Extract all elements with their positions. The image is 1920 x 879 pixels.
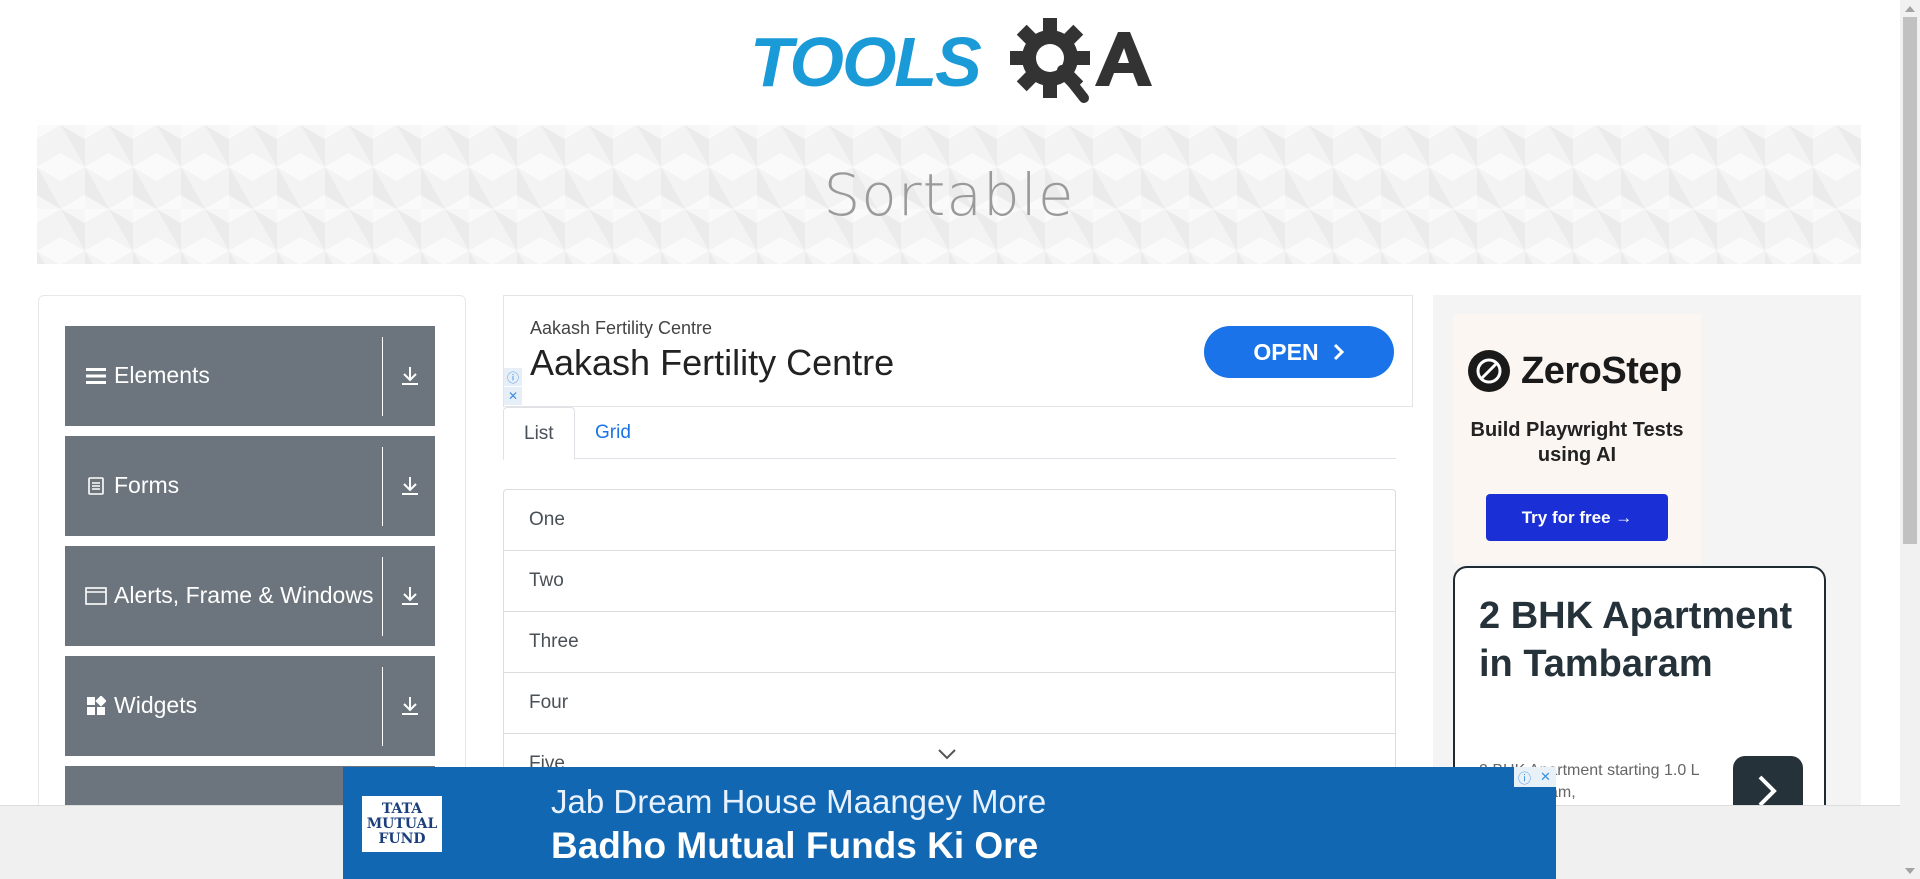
info-icon[interactable]: ⓘ [504, 368, 522, 386]
download-icon[interactable] [390, 354, 430, 398]
info-icon[interactable]: ⓘ [1514, 767, 1535, 787]
page-banner: Sortable [37, 125, 1861, 264]
tab-grid[interactable]: Grid [575, 407, 651, 459]
zerostep-logo-icon [1468, 350, 1510, 392]
tab-list[interactable]: List [503, 407, 575, 460]
menu-icon [85, 365, 107, 387]
tata-logo-line: FUND [378, 830, 426, 847]
site-header: TOOLS [0, 0, 1900, 125]
ad-advertiser-title[interactable]: Aakash Fertility Centre [530, 342, 894, 384]
zerostep-brand: ZeroStep [1521, 349, 1682, 392]
top-ad[interactable]: Aakash Fertility Centre Aakash Fertility… [503, 295, 1413, 407]
sidebar-group-label: Forms [114, 472, 180, 498]
widgets-icon [85, 695, 107, 717]
scroll-up-icon[interactable] [1900, 0, 1920, 17]
scrollbar-thumb[interactable] [1903, 17, 1917, 544]
chevron-right-icon [1758, 775, 1777, 807]
toolsqa-logo[interactable]: TOOLS [750, 18, 1152, 118]
list-item[interactable]: Three [504, 612, 1395, 673]
ad-choices[interactable]: ⓘ ✕ [1514, 767, 1556, 787]
gear-icon [1010, 18, 1090, 103]
sidebar-group-label: Elements [114, 362, 210, 388]
divider [382, 557, 383, 636]
page-title: Sortable [823, 161, 1075, 229]
download-icon[interactable] [390, 574, 430, 618]
tata-logo-line: MUTUAL [366, 815, 438, 832]
page-scrollbar[interactable] [1900, 0, 1920, 879]
logo-a-letter [1095, 32, 1152, 86]
close-icon[interactable]: ✕ [1535, 767, 1556, 787]
sidebar-group-widgets[interactable]: Widgets [65, 656, 435, 756]
list-item[interactable]: One [504, 490, 1395, 551]
sidebar-group-alerts[interactable]: Alerts, Frame & Windows [65, 546, 435, 646]
zerostep-ad[interactable]: ZeroStep Build Playwright Tests using AI… [1453, 314, 1701, 564]
chevron-right-icon [1333, 343, 1344, 361]
ad-choices[interactable]: ⓘ ✕ [504, 368, 522, 406]
sidebar-group-forms[interactable]: Forms [65, 436, 435, 536]
scroll-down-icon[interactable] [1900, 862, 1920, 879]
sidebar-group-label: Alerts, Frame & Windows [114, 582, 374, 608]
divider [382, 667, 383, 746]
download-icon[interactable] [390, 684, 430, 728]
ad-open-button[interactable]: OPEN [1204, 326, 1394, 378]
logo-tools-text: TOOLS [750, 23, 981, 101]
document-icon [85, 475, 107, 497]
close-icon[interactable]: ✕ [504, 387, 522, 405]
list-item[interactable]: Four [504, 673, 1395, 734]
tata-mutual-fund-logo: TATA MUTUAL FUND [361, 795, 443, 853]
list-item[interactable]: Two [504, 551, 1395, 612]
left-sidebar: Elements Forms Alerts, Frame & Windows W… [38, 295, 466, 815]
window-icon [85, 585, 107, 607]
zerostep-logo: ZeroStep [1467, 348, 1687, 394]
ad-open-label: OPEN [1253, 338, 1319, 365]
tata-logo-line: TATA [381, 800, 423, 817]
ad-advertiser-small: Aakash Fertility Centre [530, 318, 713, 338]
bottom-ad[interactable]: TATA MUTUAL FUND Jab Dream House Maangey… [343, 767, 1556, 879]
divider [382, 447, 383, 526]
apartment-ad-title[interactable]: 2 BHK Apartment in Tambaram [1479, 592, 1799, 688]
sidebar-group-elements[interactable]: Elements [65, 326, 435, 426]
tab-bar: List Grid [503, 407, 1396, 460]
download-icon[interactable] [390, 464, 430, 508]
chevron-down-icon[interactable] [937, 747, 957, 761]
try-for-free-button[interactable]: Try for free → [1486, 494, 1668, 541]
bottom-ad-subheadline: Badho Mutual Funds Ki Ore [551, 825, 1039, 866]
zerostep-tagline: Build Playwright Tests using AI [1470, 419, 1684, 466]
divider [382, 337, 383, 416]
bottom-ad-headline: Jab Dream House Maangey More [551, 783, 1047, 820]
sidebar-group-label: Widgets [114, 692, 198, 718]
